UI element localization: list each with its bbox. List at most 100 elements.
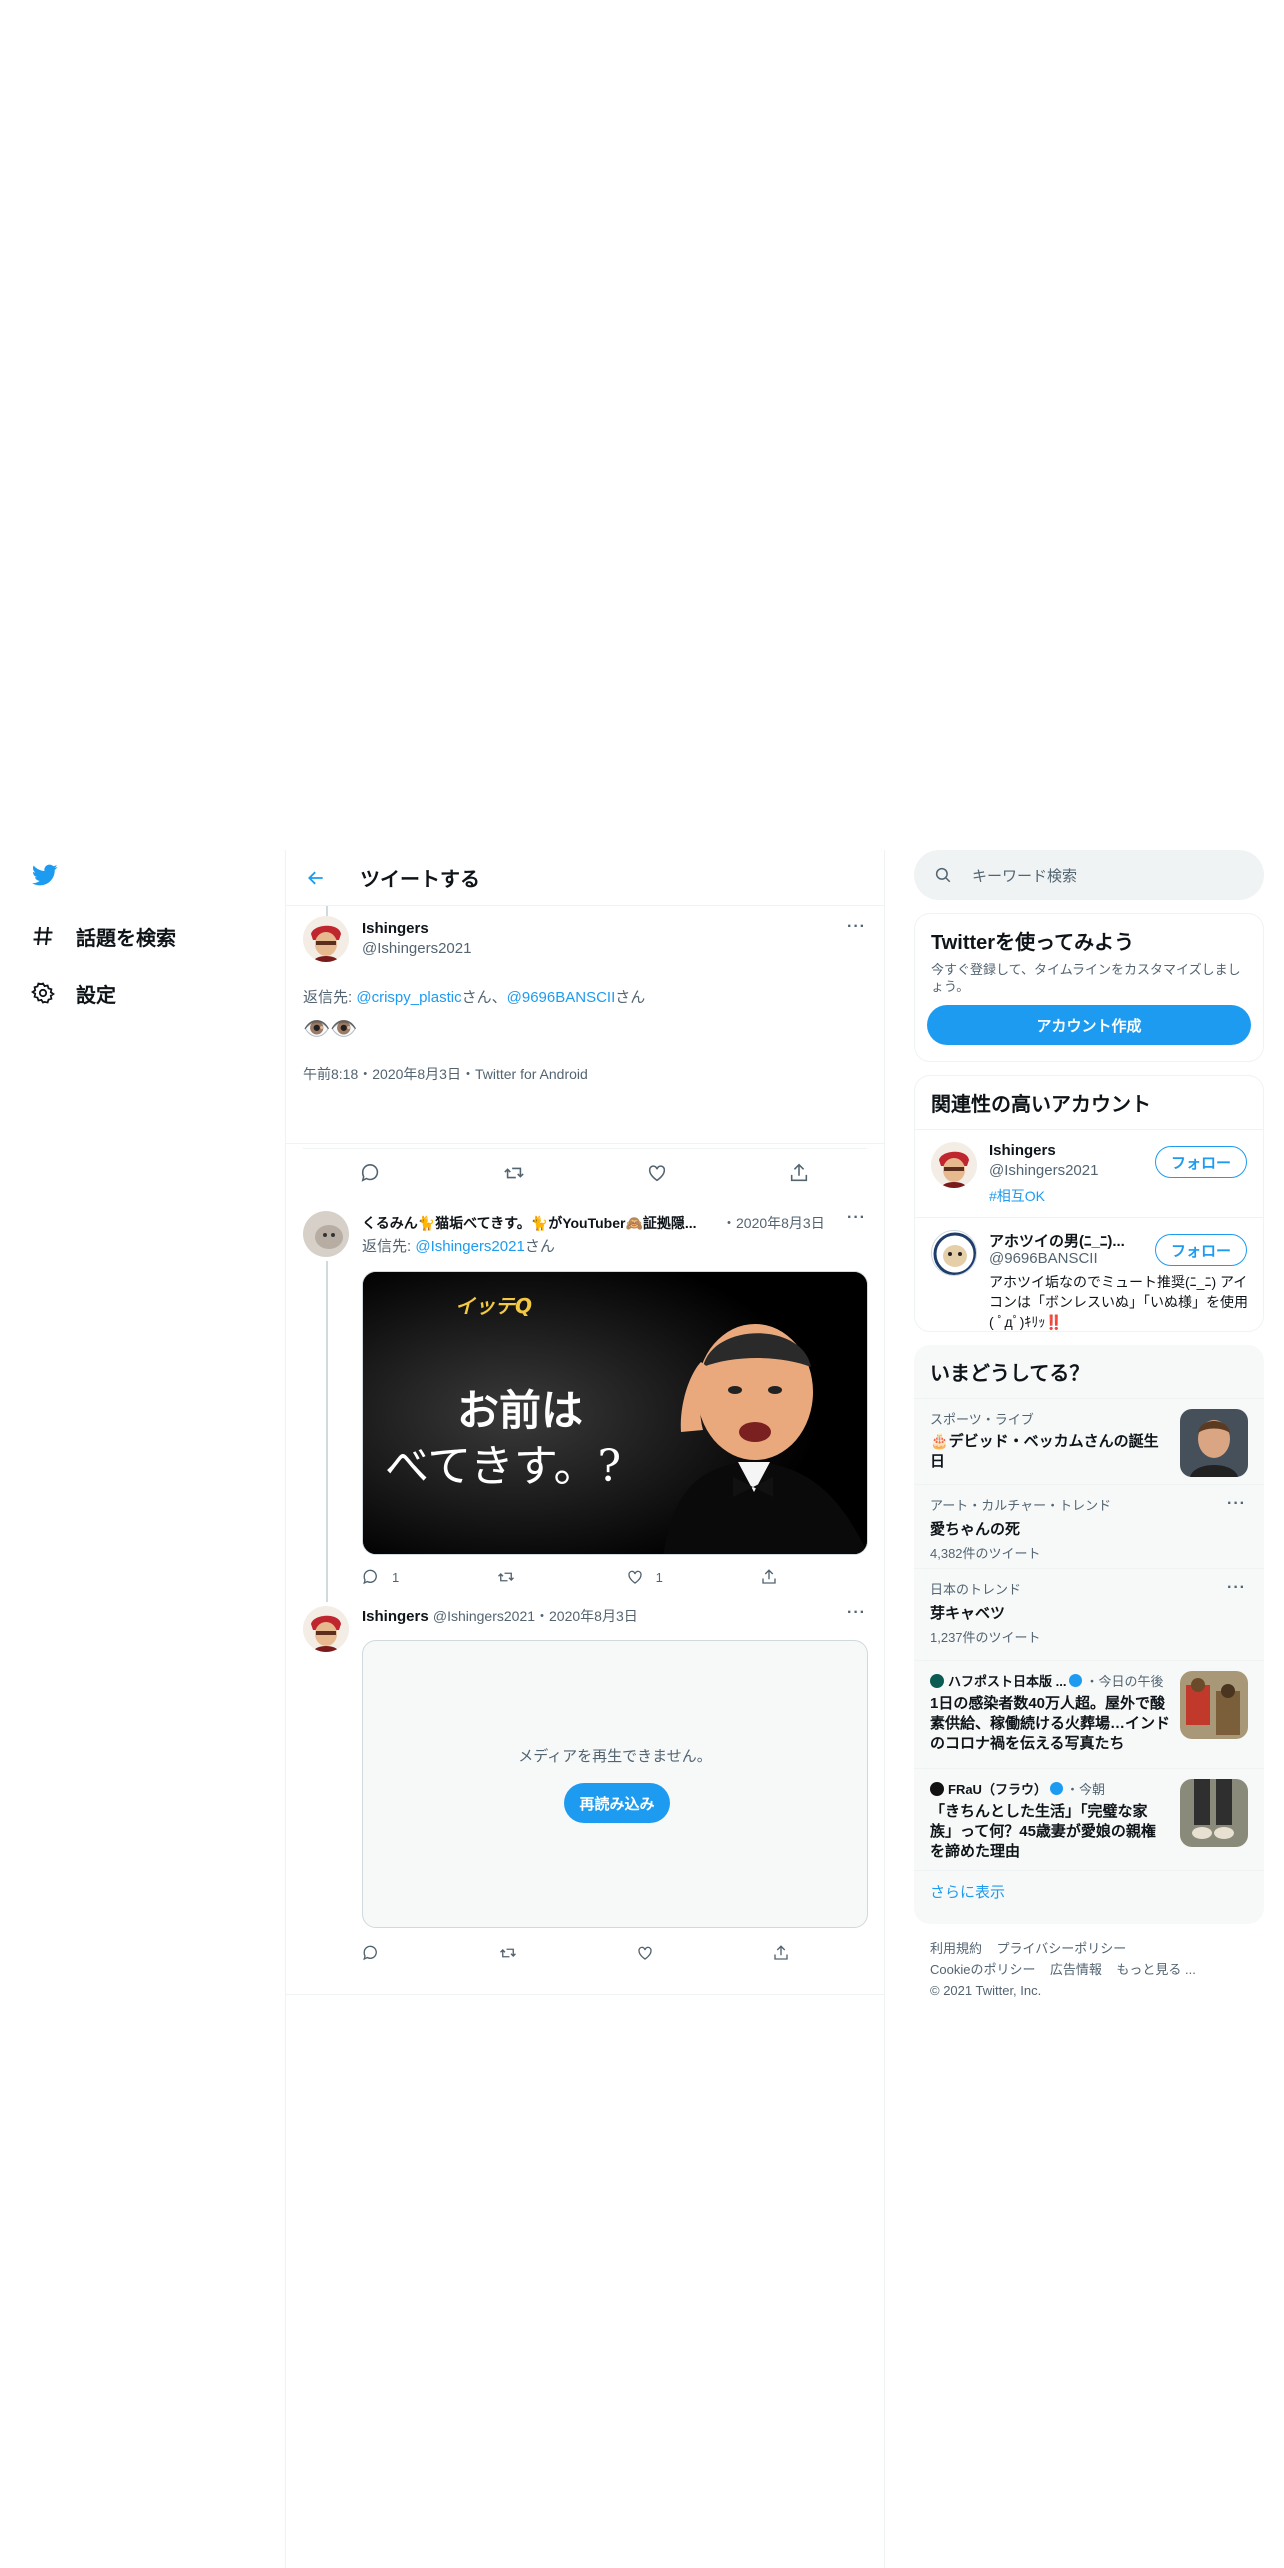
right-sidebar: キーワード検索 Twitterを使ってみよう 今すぐ登録して、タイムラインをカス… [914, 850, 1264, 2015]
news-time: ・今朝 [1065, 1782, 1105, 1797]
author-name[interactable]: Ishingers [362, 920, 429, 937]
nav-explore[interactable]: 話題を検索 [30, 916, 176, 956]
like-icon[interactable] [646, 1162, 668, 1184]
account-handle[interactable]: @9696BANSCII [989, 1250, 1098, 1267]
reply-link-user[interactable]: @Ishingers2021 [415, 1238, 524, 1255]
author-handle[interactable]: @Ishingers2021 [362, 940, 471, 957]
avatar[interactable] [303, 1211, 349, 1257]
tweet-image[interactable]: イッテQ お前は べてきす。? [362, 1271, 868, 1555]
trend-headline: 🎂デビッド・ベッカムさんの誕生日 [930, 1433, 1159, 1470]
reply-link-user1[interactable]: @crispy_plastic [356, 989, 461, 1006]
trend-context: 日本のトレンド [930, 1582, 1022, 1597]
footer-more[interactable]: もっと見る ... [1116, 1962, 1195, 1977]
footer: 利用規約 プライバシーポリシー Cookieのポリシー 広告情報 もっと見る .… [914, 1924, 1264, 2015]
footer-cookie[interactable]: Cookieのポリシー [930, 1962, 1035, 1977]
account-name[interactable]: Ishingers [989, 1142, 1056, 1159]
author-name[interactable]: くるみん🐈猫垢べてきす。🐈がYouTuber🙈証拠隠... [362, 1215, 697, 1231]
like-icon[interactable] [636, 1944, 654, 1962]
reply-to-line: 返信先: @crispy_plasticさん、@9696BANSCIIさん [303, 986, 645, 1007]
reply-prefix: 返信先: [362, 1238, 416, 1255]
reply-prefix: 返信先: [303, 989, 357, 1006]
more-options-icon[interactable]: ··· [847, 1209, 866, 1227]
trend-item[interactable]: スポーツ・ライブ 🎂デビッド・ベッカムさんの誕生日 [914, 1398, 1264, 1484]
tweet-date[interactable]: ・2020年8月3日 [722, 1213, 825, 1233]
avatar[interactable] [303, 1606, 349, 1652]
search-icon [935, 867, 951, 883]
show-more-link[interactable]: さらに表示 [914, 1870, 1264, 1924]
news-item[interactable]: FRaU（フラウ） ・今朝 「きちんとした生活」「完璧な家族」って何？45歳妻が… [914, 1768, 1264, 1870]
back-arrow-icon[interactable] [306, 866, 330, 890]
more-options-icon[interactable]: ··· [1227, 1495, 1246, 1513]
news-thumbnail [1180, 1779, 1248, 1847]
avatar[interactable] [931, 1142, 977, 1188]
page-header: ツイートする [286, 850, 884, 906]
image-text-top: お前は [457, 1386, 584, 1435]
more-options-icon[interactable]: ··· [1227, 1579, 1246, 1597]
retweet-icon[interactable] [498, 1944, 518, 1962]
follow-button[interactable]: フォロー [1155, 1234, 1247, 1266]
like-icon [627, 1570, 642, 1584]
nav-settings[interactable]: 設定 [30, 973, 116, 1013]
create-account-button[interactable]: アカウント作成 [927, 1005, 1251, 1045]
reply-tweet-2[interactable]: Ishingers @Ishingers2021・2020年8月3日 ··· メ… [286, 1602, 884, 1995]
search-bar[interactable]: キーワード検索 [914, 850, 1264, 900]
footer-terms[interactable]: 利用規約 [930, 1941, 982, 1956]
account-item[interactable]: アホツイの男(ﾆ_ﾆ)... @9696BANSCII アホツイ垢なのでミュート… [915, 1217, 1263, 1331]
news-thumbnail [1180, 1671, 1248, 1739]
twitter-logo-icon[interactable] [30, 862, 64, 892]
account-bio: アホツイ垢なのでミュート推奨(ﾆ_ﾆ) アイコンは「ボンレスいぬ」「いぬ様」を使… [989, 1274, 1248, 1330]
reply-tweet-1[interactable]: くるみん🐈猫垢べてきす。🐈がYouTuber🙈証拠隠... ・2020年8月3日… [286, 1199, 884, 1602]
avatar[interactable] [303, 916, 349, 962]
reply-to-line: 返信先: @Ishingers2021さん [362, 1235, 555, 1256]
trend-count: 1,237件のツイート [930, 1630, 1041, 1645]
retweet-button[interactable] [496, 1567, 528, 1587]
news-source: FRaU（フラウ） [948, 1782, 1047, 1797]
reply-link-user2[interactable]: @9696BANSCII [507, 989, 616, 1006]
retweet-icon [498, 1572, 515, 1582]
account-name[interactable]: アホツイの男(ﾆ_ﾆ)... [989, 1230, 1139, 1251]
footer-ads[interactable]: 広告情報 [1050, 1962, 1102, 1977]
account-item[interactable]: Ishingers @Ishingers2021 #相互OK フォロー [915, 1129, 1263, 1217]
thread-line [326, 906, 328, 916]
tweet-actions [362, 1944, 790, 1962]
reply-icon [363, 1569, 377, 1585]
focused-tweet: Ishingers @Ishingers2021 ··· 返信先: @crisp… [286, 906, 884, 1182]
reply-button[interactable]: 1 [362, 1567, 399, 1587]
author-name[interactable]: Ishingers [362, 1608, 429, 1625]
like-button[interactable]: 1 [626, 1567, 663, 1587]
nav-settings-label: 設定 [76, 984, 116, 1007]
trend-item[interactable]: アート・カルチャー・トレンド 愛ちゃんの死 4,382件のツイート ··· [914, 1484, 1264, 1568]
more-options-icon[interactable]: ··· [847, 918, 866, 936]
reply-icon[interactable] [362, 1944, 380, 1962]
tweet-meta[interactable]: 午前8:18・2020年8月3日・Twitter for Android [303, 1064, 588, 1084]
author-handle-date[interactable]: @Ishingers2021・2020年8月3日 [433, 1608, 638, 1624]
footer-privacy[interactable]: プライバシーポリシー [996, 1941, 1126, 1956]
more-options-icon[interactable]: ··· [847, 1604, 866, 1622]
news-item[interactable]: ハフポスト日本版 ... ・今日の午後 1日の感染者数40万人超。屋外で酸素供給… [914, 1660, 1264, 1768]
show-more-label: さらに表示 [930, 1884, 1006, 1901]
avatar[interactable] [931, 1230, 977, 1276]
trend-item[interactable]: 日本のトレンド 芽キャベツ 1,237件のツイート ··· [914, 1568, 1264, 1660]
gear-icon [30, 980, 56, 1006]
source-avatar [930, 1781, 944, 1796]
media-player: メディアを再生できません。 再読み込み [362, 1640, 868, 1928]
share-icon[interactable] [772, 1944, 790, 1962]
share-button[interactable] [760, 1567, 790, 1587]
trend-context: アート・カルチャー・トレンド [930, 1498, 1112, 1513]
hashtag-icon [30, 923, 56, 949]
reply-count: 1 [392, 1569, 400, 1585]
trend-headline: 芽キャベツ [930, 1605, 1006, 1622]
reply-icon[interactable] [360, 1162, 382, 1184]
like-count: 1 [655, 1569, 663, 1585]
trend-headline: 愛ちゃんの死 [930, 1521, 1021, 1538]
share-icon[interactable] [788, 1162, 810, 1184]
account-handle[interactable]: @Ishingers2021 [989, 1162, 1098, 1179]
tweet-actions [360, 1162, 810, 1184]
account-bio-hashtag[interactable]: #相互OK [989, 1186, 1045, 1206]
trends-card: いまどうしてる？ スポーツ・ライブ 🎂デビッド・ベッカムさんの誕生日 アート・カ… [914, 1345, 1264, 1924]
related-title: 関連性の高いアカウント [931, 1094, 1151, 1116]
retweet-icon[interactable] [502, 1162, 526, 1184]
follow-button[interactable]: フォロー [1155, 1146, 1247, 1178]
footer-copyright: © 2021 Twitter, Inc. [930, 1983, 1042, 1998]
reload-button[interactable]: 再読み込み [564, 1783, 670, 1823]
